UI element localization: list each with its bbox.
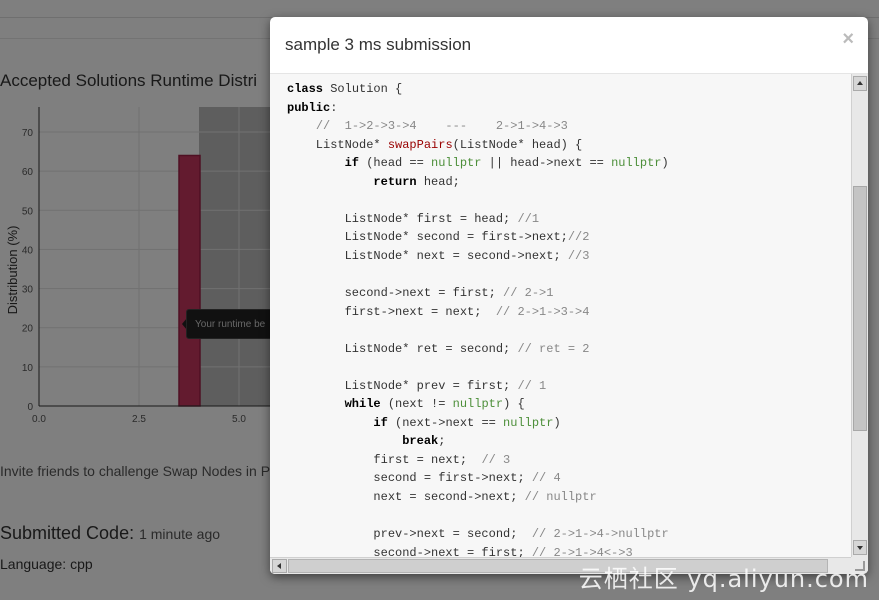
submission-modal: sample 3 ms submission × class Solution … xyxy=(270,17,868,574)
scroll-up-button[interactable] xyxy=(853,76,867,91)
vertical-scroll-thumb[interactable] xyxy=(853,186,867,431)
vertical-scrollbar[interactable] xyxy=(851,74,868,557)
scroll-left-button[interactable] xyxy=(272,559,287,573)
arrow-up-icon xyxy=(857,81,863,85)
close-button[interactable]: × xyxy=(842,29,854,49)
watermark: 云栖社区 yq.aliyun.com xyxy=(578,565,869,593)
modal-title: sample 3 ms submission xyxy=(285,35,472,54)
source-code: class Solution { public: // 1->2->3->4 -… xyxy=(287,82,669,557)
code-frame: class Solution { public: // 1->2->3->4 -… xyxy=(270,74,868,574)
code-viewer[interactable]: class Solution { public: // 1->2->3->4 -… xyxy=(270,74,851,557)
arrow-down-icon xyxy=(857,546,863,550)
scroll-down-button[interactable] xyxy=(853,540,867,555)
arrow-left-icon xyxy=(277,563,281,569)
modal-header: sample 3 ms submission × xyxy=(270,17,868,74)
